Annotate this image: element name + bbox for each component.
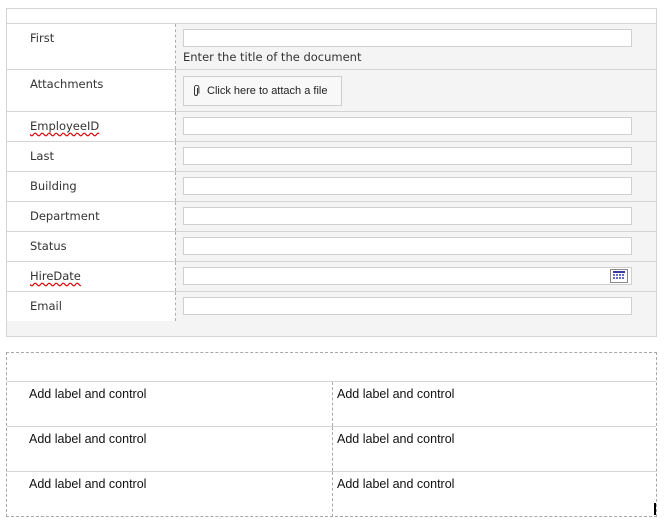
control-cell (177, 292, 656, 321)
row-email: Email (7, 292, 656, 322)
label-building: Building (30, 179, 77, 193)
form-table: First Enter the title of the document At… (6, 8, 657, 337)
attach-file-button[interactable]: Click here to attach a file (183, 76, 342, 106)
row-hiredate: HireDate (7, 262, 656, 292)
form-footer-strip (7, 321, 656, 336)
label-cell: Status (7, 232, 176, 261)
add-label-and-control: Add label and control (337, 432, 455, 446)
employeeid-input[interactable] (183, 117, 632, 135)
label-cell: Building (7, 172, 176, 201)
calendar-glyph (613, 271, 625, 279)
first-hint-text: Enter the title of the document (183, 50, 362, 64)
control-cell (177, 232, 656, 261)
add-label-and-control: Add label and control (29, 387, 147, 401)
department-input[interactable] (183, 207, 632, 225)
label-cell: Attachments (7, 70, 176, 111)
label-cell: Last (7, 142, 176, 171)
label-last: Last (30, 149, 54, 163)
last-input[interactable] (183, 147, 632, 165)
row-building: Building (7, 172, 656, 202)
layout-cell[interactable]: Add label and control (7, 382, 333, 426)
row-first: First Enter the title of the document (7, 24, 656, 70)
status-input[interactable] (183, 237, 632, 255)
label-status: Status (30, 239, 67, 253)
label-cell: Department (7, 202, 176, 231)
layout-cell[interactable]: Add label and control (7, 472, 333, 517)
building-input[interactable] (183, 177, 632, 195)
add-label-and-control: Add label and control (337, 477, 455, 491)
layout-row: Add label and control Add label and cont… (7, 471, 656, 517)
paperclip-icon (194, 85, 200, 96)
control-cell: Click here to attach a file (177, 70, 656, 111)
email-input[interactable] (183, 297, 632, 315)
label-department: Department (30, 209, 100, 223)
attach-file-label: Click here to attach a file (207, 85, 328, 97)
row-status: Status (7, 232, 656, 262)
form-header-strip (7, 9, 656, 24)
control-cell (177, 202, 656, 231)
layout-table: Add label and control Add label and cont… (6, 352, 657, 517)
add-label-and-control: Add label and control (337, 387, 455, 401)
calendar-icon[interactable] (610, 269, 628, 283)
control-cell (177, 142, 656, 171)
label-cell: Email (7, 292, 176, 321)
label-employeeid: EmployeeID (30, 119, 100, 133)
text-cursor (654, 503, 656, 515)
label-hiredate: HireDate (30, 269, 81, 283)
label-email: Email (30, 299, 62, 313)
layout-cell[interactable]: Add label and control (333, 472, 656, 517)
label-cell: HireDate (7, 262, 176, 291)
row-last: Last (7, 142, 656, 172)
control-cell (177, 112, 656, 141)
layout-cell[interactable]: Add label and control (333, 427, 656, 471)
control-cell (177, 172, 656, 201)
layout-cell[interactable]: Add label and control (7, 427, 333, 471)
layout-row: Add label and control Add label and cont… (7, 381, 656, 426)
layout-cell[interactable]: Add label and control (333, 382, 656, 426)
first-input[interactable] (183, 29, 632, 47)
row-employeeid: EmployeeID (7, 112, 656, 142)
layout-row: Add label and control Add label and cont… (7, 426, 656, 471)
label-attachments: Attachments (30, 77, 104, 91)
hiredate-input[interactable] (183, 267, 632, 285)
row-attachments: Attachments Click here to attach a file (7, 70, 656, 112)
label-first: First (30, 31, 55, 45)
add-label-and-control: Add label and control (29, 477, 147, 491)
control-cell (177, 262, 656, 291)
label-cell: EmployeeID (7, 112, 176, 141)
label-cell: First (7, 24, 176, 69)
control-cell: Enter the title of the document (177, 24, 656, 69)
row-department: Department (7, 202, 656, 232)
add-label-and-control: Add label and control (29, 432, 147, 446)
